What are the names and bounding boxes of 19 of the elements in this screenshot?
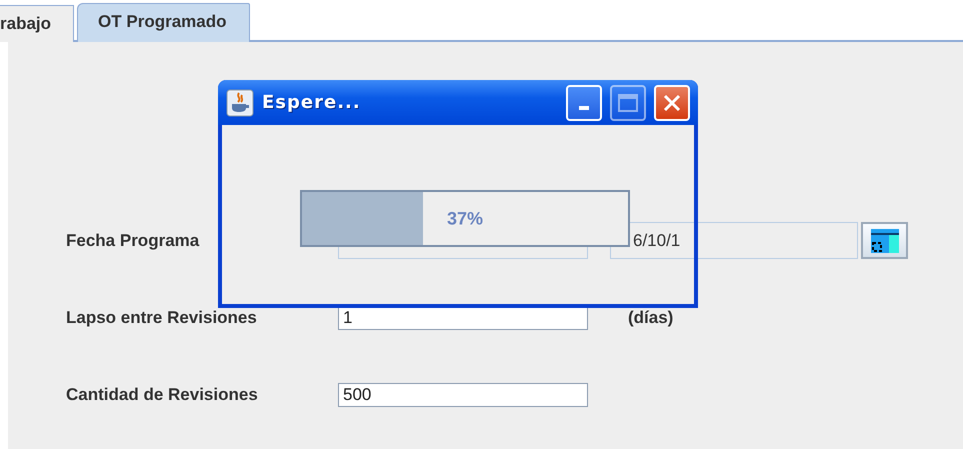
- tab[interactable]: OT Programado: [77, 3, 250, 42]
- progress-text: 37%: [446, 208, 484, 229]
- close-icon: [663, 94, 681, 112]
- field-label: Lapso entre Revisiones: [65, 308, 258, 328]
- date-input-field[interactable]: 6/10/1: [610, 222, 858, 259]
- maximize-icon: [618, 94, 638, 112]
- maximize-button[interactable]: [610, 84, 646, 120]
- close-button[interactable]: [654, 84, 690, 120]
- coffee-cup-icon: [226, 88, 254, 116]
- unit-label: (días): [628, 308, 674, 328]
- minimize-icon: [579, 106, 589, 110]
- minimize-button[interactable]: [566, 84, 602, 120]
- tab[interactable]: rabajo: [0, 5, 74, 42]
- calendar-icon: [870, 228, 898, 252]
- calendar-button[interactable]: [861, 222, 908, 259]
- window-title: Espere...: [262, 92, 362, 113]
- field-label: Fecha Programa: [65, 230, 200, 250]
- field-label: Cantidad de Revisiones: [65, 384, 259, 404]
- input-field[interactable]: 500: [338, 382, 588, 406]
